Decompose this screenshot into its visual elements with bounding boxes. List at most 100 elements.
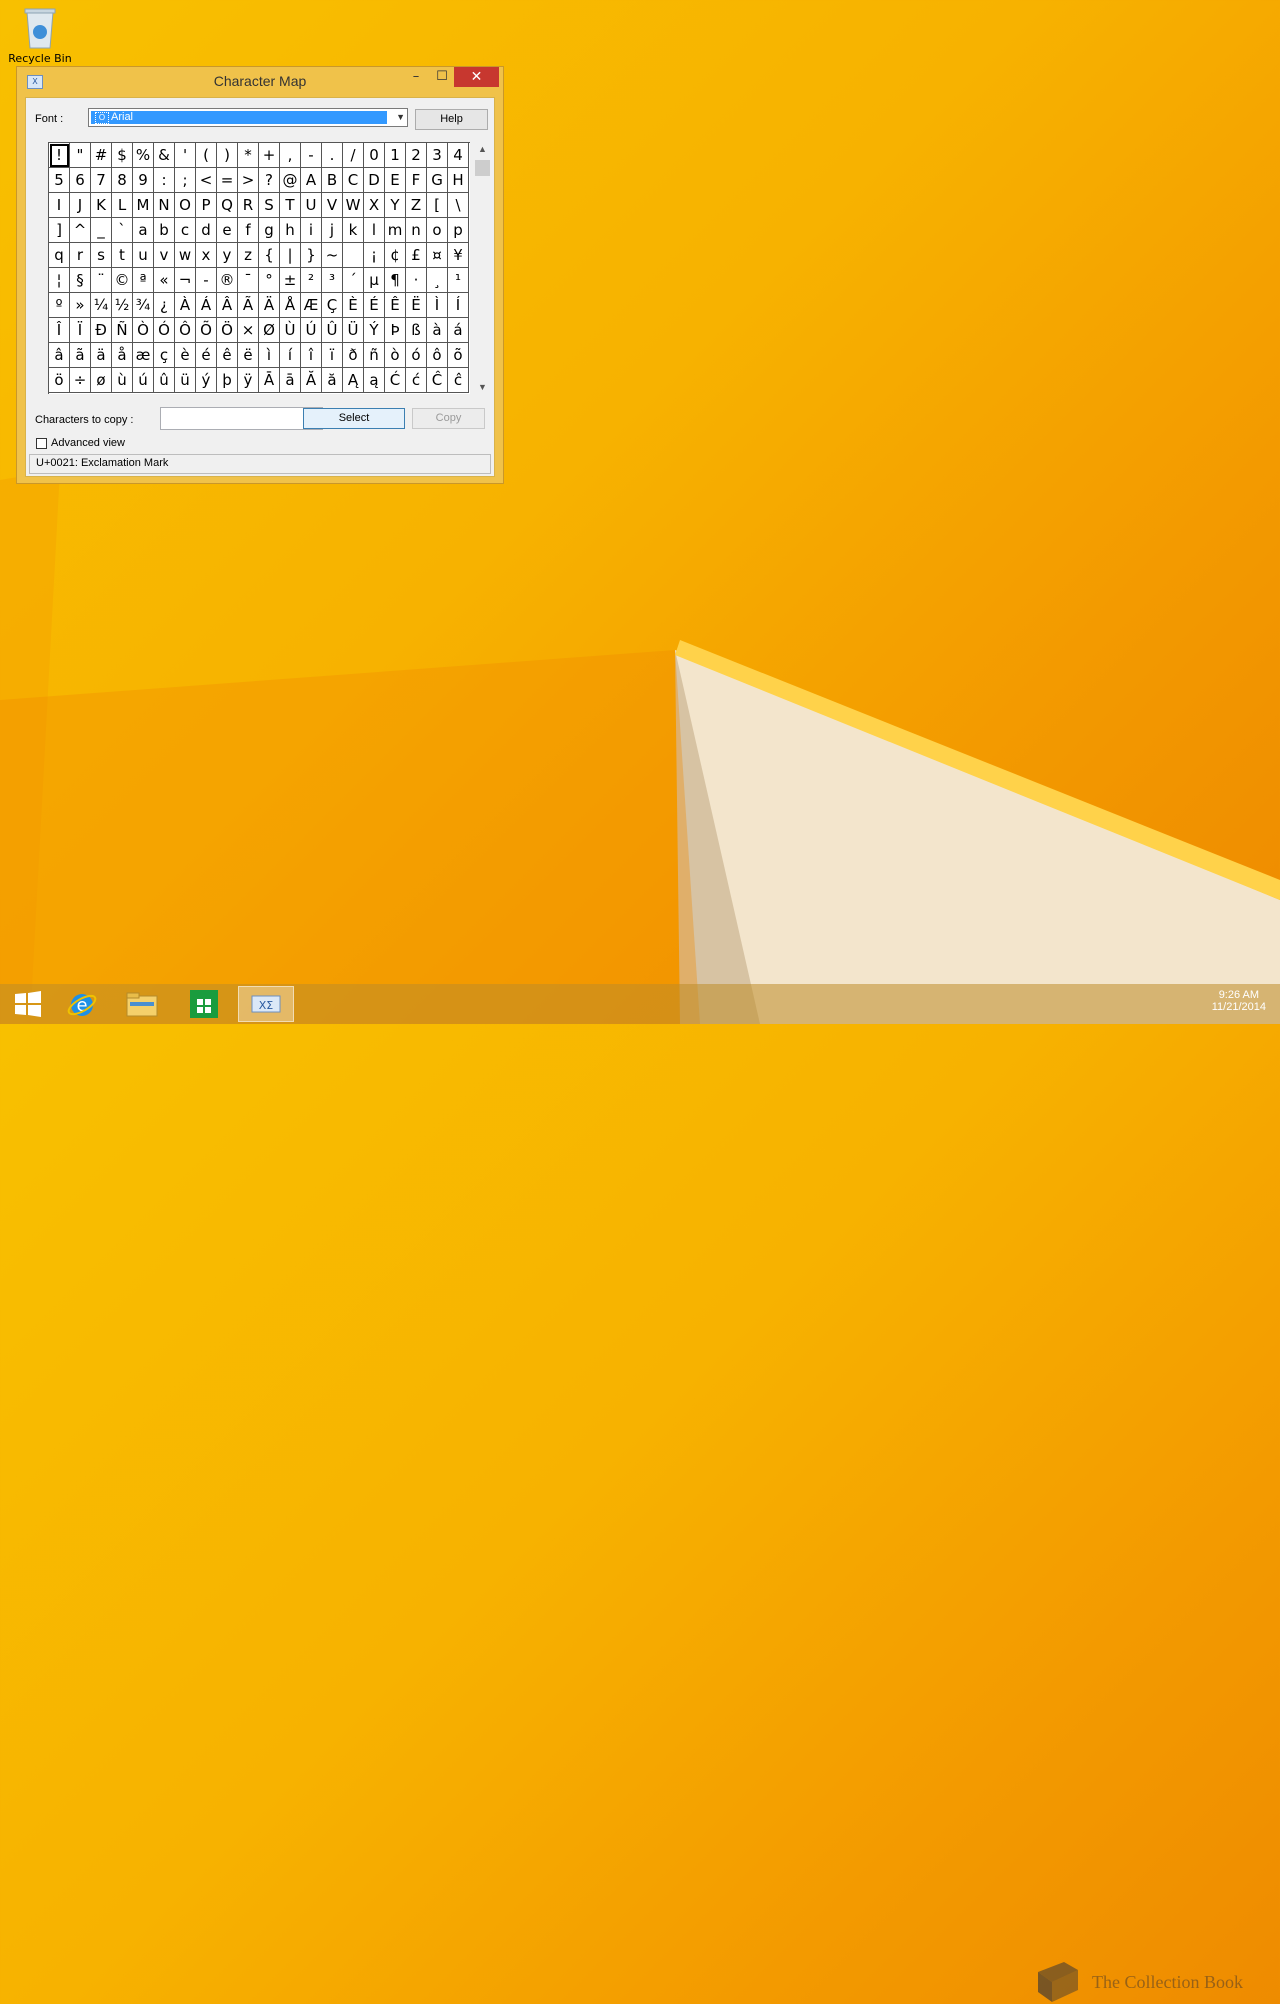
- character-cell[interactable]: §: [70, 268, 91, 293]
- character-cell[interactable]: æ: [133, 343, 154, 368]
- chevron-down-icon[interactable]: ▼: [396, 112, 405, 122]
- character-cell[interactable]: 8: [112, 168, 133, 193]
- copy-button[interactable]: Copy: [412, 408, 485, 429]
- character-cell[interactable]: T: [280, 193, 301, 218]
- character-cell[interactable]: j: [322, 218, 343, 243]
- character-cell[interactable]: Æ: [301, 293, 322, 318]
- character-cell[interactable]: ¸: [427, 268, 448, 293]
- character-cell[interactable]: ¬: [175, 268, 196, 293]
- character-cell[interactable]: ÷: [70, 368, 91, 393]
- character-cell[interactable]: É: [364, 293, 385, 318]
- character-cell[interactable]: °: [259, 268, 280, 293]
- character-cell[interactable]: p: [448, 218, 469, 243]
- character-cell[interactable]: Z: [406, 193, 427, 218]
- character-cell[interactable]: ÿ: [238, 368, 259, 393]
- character-cell[interactable]: R: [238, 193, 259, 218]
- character-cell[interactable]: À: [175, 293, 196, 318]
- character-cell[interactable]: b: [154, 218, 175, 243]
- character-cell[interactable]: Ñ: [112, 318, 133, 343]
- character-cell[interactable]: í: [280, 343, 301, 368]
- character-cell[interactable]: Ï: [70, 318, 91, 343]
- character-cell[interactable]: A: [301, 168, 322, 193]
- character-cell[interactable]: »: [70, 293, 91, 318]
- character-cell[interactable]: M: [133, 193, 154, 218]
- character-cell[interactable]: Ì: [427, 293, 448, 318]
- character-cell[interactable]: $: [112, 143, 133, 168]
- taskbar-character-map[interactable]: ΧΣ: [238, 986, 294, 1022]
- characters-to-copy-input[interactable]: [160, 407, 323, 430]
- character-cell[interactable]: }: [301, 243, 322, 268]
- character-cell[interactable]: ý: [196, 368, 217, 393]
- character-cell[interactable]: G: [427, 168, 448, 193]
- character-cell[interactable]: =: [217, 168, 238, 193]
- character-cell[interactable]: c: [175, 218, 196, 243]
- character-cell[interactable]: ¯: [238, 268, 259, 293]
- character-cell[interactable]: Ý: [364, 318, 385, 343]
- character-cell[interactable]: ă: [322, 368, 343, 393]
- character-cell[interactable]: ą: [364, 368, 385, 393]
- character-cell[interactable]: D: [364, 168, 385, 193]
- character-cell[interactable]: k: [343, 218, 364, 243]
- character-cell[interactable]: ã: [70, 343, 91, 368]
- character-cell[interactable]: ¾: [133, 293, 154, 318]
- character-cell[interactable]: Þ: [385, 318, 406, 343]
- character-cell[interactable]: å: [112, 343, 133, 368]
- character-cell[interactable]: ù: [112, 368, 133, 393]
- character-cell[interactable]: ©: [112, 268, 133, 293]
- character-cell[interactable]: ć: [406, 368, 427, 393]
- character-cell[interactable]: á: [448, 318, 469, 343]
- character-cell[interactable]: ø: [91, 368, 112, 393]
- character-cell[interactable]: e: [217, 218, 238, 243]
- character-cell[interactable]: ¢: [385, 243, 406, 268]
- character-cell[interactable]: Q: [217, 193, 238, 218]
- character-cell[interactable]: ñ: [364, 343, 385, 368]
- character-cell[interactable]: m: [385, 218, 406, 243]
- character-cell[interactable]: ³: [322, 268, 343, 293]
- character-cell[interactable]: ): [217, 143, 238, 168]
- character-cell[interactable]: P: [196, 193, 217, 218]
- character-cell[interactable]: >: [238, 168, 259, 193]
- character-cell[interactable]: Ã: [238, 293, 259, 318]
- character-cell[interactable]: ~: [322, 243, 343, 268]
- character-cell[interactable]: Ù: [280, 318, 301, 343]
- character-cell[interactable]: î: [301, 343, 322, 368]
- character-cell[interactable]: Û: [322, 318, 343, 343]
- character-cell[interactable]: h: [280, 218, 301, 243]
- character-cell[interactable]: ²: [301, 268, 322, 293]
- character-cell[interactable]: ü: [175, 368, 196, 393]
- character-cell[interactable]: *: [238, 143, 259, 168]
- character-cell[interactable]: ½: [112, 293, 133, 318]
- character-cell[interactable]: C: [343, 168, 364, 193]
- character-cell[interactable]: Ö: [217, 318, 238, 343]
- select-button[interactable]: Select: [303, 408, 405, 429]
- character-cell[interactable]: Ä: [259, 293, 280, 318]
- recycle-bin-shortcut[interactable]: Recycle Bin: [8, 6, 72, 65]
- character-cell[interactable]: S: [259, 193, 280, 218]
- character-cell[interactable]: Ç: [322, 293, 343, 318]
- character-cell[interactable]: ®: [217, 268, 238, 293]
- character-cell[interactable]: ¼: [91, 293, 112, 318]
- character-cell[interactable]: s: [91, 243, 112, 268]
- character-cell[interactable]: U: [301, 193, 322, 218]
- character-cell[interactable]: ;: [175, 168, 196, 193]
- character-cell[interactable]: 9: [133, 168, 154, 193]
- character-cell[interactable]: O: [175, 193, 196, 218]
- character-cell[interactable]: t: [112, 243, 133, 268]
- character-cell[interactable]: ð: [343, 343, 364, 368]
- character-cell[interactable]: ¦: [49, 268, 70, 293]
- character-cell[interactable]: ·: [406, 268, 427, 293]
- character-cell[interactable]: l: [364, 218, 385, 243]
- character-cell[interactable]: Ë: [406, 293, 427, 318]
- advanced-view-option[interactable]: Advanced view: [36, 437, 125, 449]
- character-cell[interactable]: 4: [448, 143, 469, 168]
- character-cell[interactable]: Ø: [259, 318, 280, 343]
- character-cell[interactable]: ö: [49, 368, 70, 393]
- character-cell[interactable]: ò: [385, 343, 406, 368]
- character-cell[interactable]: I: [49, 193, 70, 218]
- character-cell[interactable]: ê: [217, 343, 238, 368]
- character-cell[interactable]: ú: [133, 368, 154, 393]
- character-cell[interactable]: ?: [259, 168, 280, 193]
- character-cell[interactable]: ¶: [385, 268, 406, 293]
- scroll-down-icon[interactable]: ▼: [474, 380, 491, 394]
- character-cell[interactable]: i: [301, 218, 322, 243]
